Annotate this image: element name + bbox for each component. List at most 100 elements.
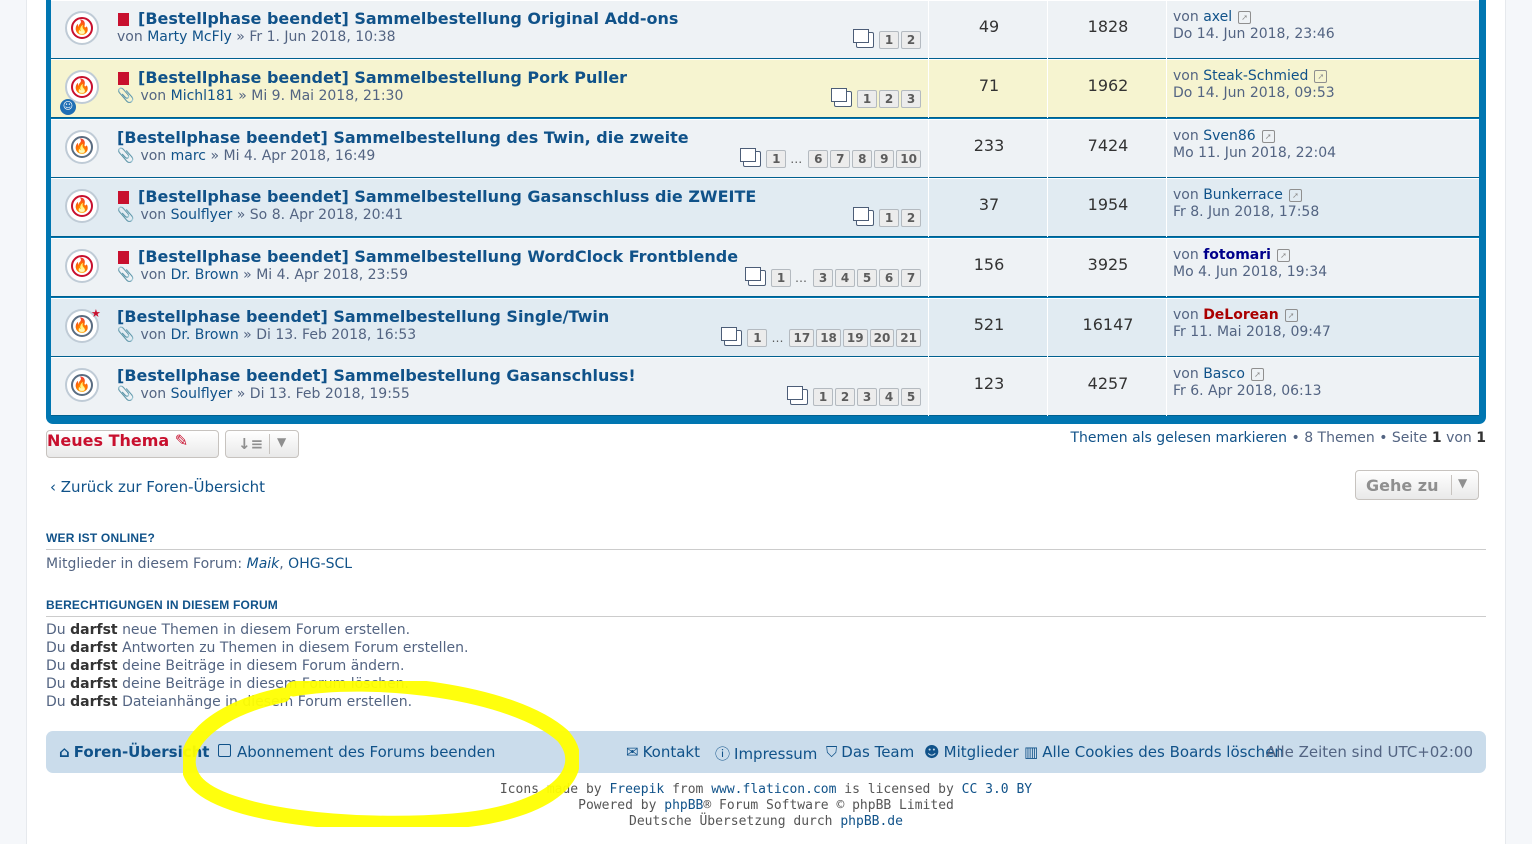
unsubscribe-forum-link[interactable]: Abonnement des Forums beenden [218,743,495,761]
page-link[interactable]: 20 [869,328,895,347]
page-link[interactable]: 3 [813,268,833,287]
page-link[interactable]: 1 [879,208,899,227]
last-post-date: Do 14. Jun 2018, 09:53 [1173,85,1335,101]
page-link[interactable]: 18 [816,328,841,347]
topic-title-link[interactable]: [Bestellphase beendet] Sammelbestellung … [117,307,609,326]
forum-index-label: Foren-Übersicht [73,743,210,761]
perm-text: neue Themen in diesem Forum erstellen. [122,622,411,638]
topic-date: Di 13. Feb 2018, 16:53 [256,327,417,343]
sort-options-button[interactable]: ↓≡ ▼ [225,430,299,458]
online-user[interactable]: OHG-SCL [288,556,352,572]
topic-title-link[interactable]: [Bestellphase beendet] Sammelbestellung … [138,68,627,87]
page-link[interactable]: 3 [901,89,921,108]
last-post-author[interactable]: fotomari [1203,247,1271,263]
topic-title-link[interactable]: [Bestellphase beendet] Sammelbestellung … [117,366,636,385]
team-link[interactable]: ⛉ Das Team [826,743,914,761]
back-label: Zurück zur Foren-Übersicht [60,478,266,496]
page-link[interactable]: 19 [842,328,868,347]
last-post-author[interactable]: Sven86 [1203,128,1255,144]
page-link[interactable]: 4 [879,387,899,406]
forum-index-link[interactable]: ⌂ Foren-Übersicht [59,743,209,761]
last-post-author[interactable]: DeLorean [1203,307,1278,323]
view-count: 16147 [1082,315,1134,334]
cc-license-link[interactable]: CC 3.0 BY [962,782,1032,797]
perm-verb: darfst [70,694,118,710]
who-is-online-heading: WER IST ONLINE? [46,531,1486,550]
goto-post-icon[interactable]: ➚ [1314,69,1328,83]
sticky-icon [118,72,129,85]
topic-title-link[interactable]: [Bestellphase beendet] Sammelbestellung … [138,247,738,266]
software-text: ® Forum Software © phpBB Limited [703,798,954,813]
page-link[interactable]: 21 [896,328,921,347]
new-topic-button[interactable]: Neues Thema ✎ [46,430,219,458]
back-to-index-link[interactable]: ‹ Zurück zur Foren-Übersicht [50,478,265,496]
author-link[interactable]: Michl181 [171,88,234,104]
last-post-author[interactable]: Steak-Schmied [1203,68,1308,84]
author-link[interactable]: Dr. Brown [171,267,239,283]
by-label: von [1173,366,1199,382]
paperclip-icon: 📎 [117,327,135,343]
powered-by: Powered by phpBB® Forum Software © phpBB… [0,798,1532,813]
reply-count: 37 [978,195,1000,214]
jump-to-button[interactable]: Gehe zu ▼ [1355,470,1479,500]
separator: » [236,207,246,223]
page-link[interactable]: 1 [771,268,791,287]
page-link[interactable]: 2 [901,30,921,49]
sticky-icon [118,251,129,264]
topic-meta: 📎 von Soulflyer » Di 13. Feb 2018, 19:55 [117,386,410,402]
flaticon-link[interactable]: www.flaticon.com [711,782,836,797]
page-link[interactable]: 7 [901,268,921,287]
contact-link[interactable]: ✉ Kontakt [626,743,700,761]
author-link[interactable]: Soulflyer [171,207,233,223]
page-link[interactable]: 2 [835,387,855,406]
page-link[interactable]: 1 [879,30,899,49]
goto-post-icon[interactable]: ➚ [1288,188,1302,202]
page-link[interactable]: 8 [852,149,873,168]
goto-post-icon[interactable]: ➚ [1276,248,1290,262]
last-post: von DeLorean ➚ Fr 11. Mai 2018, 09:47 [1173,307,1331,341]
author-link[interactable]: Dr. Brown [171,327,239,343]
goto-post-icon[interactable]: ➚ [1238,10,1252,24]
topic-title-link[interactable]: [Bestellphase beendet] Sammelbestellung … [138,9,678,28]
paperclip-icon: 📎 [117,207,135,223]
goto-post-icon[interactable]: ➚ [1250,367,1264,381]
goto-post-icon[interactable]: ➚ [1284,308,1298,322]
page-link[interactable]: 6 [879,268,899,287]
freepik-link[interactable]: Freepik [609,782,664,797]
topic-title-link[interactable]: [Bestellphase beendet] Sammelbestellung … [117,128,689,147]
page-link[interactable]: 1 [857,89,877,108]
author-link[interactable]: Marty McFly [147,29,232,45]
page-link[interactable]: 4 [835,268,855,287]
page-link[interactable]: 1 [747,328,768,347]
page-link[interactable]: 1 [766,149,787,168]
last-post-author[interactable]: Bunkerrace [1203,187,1283,203]
topic-title-link[interactable]: [Bestellphase beendet] Sammelbestellung … [138,187,756,206]
page-link[interactable]: 2 [901,208,921,227]
author-link[interactable]: Soulflyer [171,386,233,402]
page-link[interactable]: 1 [813,387,833,406]
last-post-author[interactable]: Basco [1203,366,1245,382]
paperclip-icon: 📎 [117,148,135,164]
topic-row: 🔥 [Bestellphase beendet] Sammelbestellung… [51,178,1479,237]
page-link[interactable]: 2 [879,89,899,108]
hot-topic-icon: 🔥 [65,249,99,283]
page-link[interactable]: 5 [857,268,877,287]
goto-post-icon[interactable]: ➚ [1261,129,1275,143]
last-post-author[interactable]: axel [1203,9,1232,25]
online-user[interactable]: Maik [247,556,280,572]
page-link[interactable]: 7 [830,149,851,168]
phpbbde-link[interactable]: phpBB.de [840,814,903,829]
members-link[interactable]: ☻ Mitglieder [924,743,1019,761]
topic-row: 🔥 ☺ [Bestellphase beendet] Sammelbestellun… [51,59,1479,118]
page-link[interactable]: 17 [789,328,815,347]
imprint-link[interactable]: ⓘ Impressum [715,743,817,764]
page-link[interactable]: 6 [808,149,829,168]
page-link[interactable]: 9 [874,149,895,168]
phpbb-link[interactable]: phpBB [664,798,703,813]
mark-read-link[interactable]: Themen als gelesen markieren [1070,430,1287,446]
delete-cookies-link[interactable]: ▥ Alle Cookies des Boards löschen [1024,743,1284,761]
page-link[interactable]: 3 [857,387,877,406]
author-link[interactable]: marc [171,148,206,164]
page-link[interactable]: 10 [896,149,921,168]
page-link[interactable]: 5 [901,387,921,406]
